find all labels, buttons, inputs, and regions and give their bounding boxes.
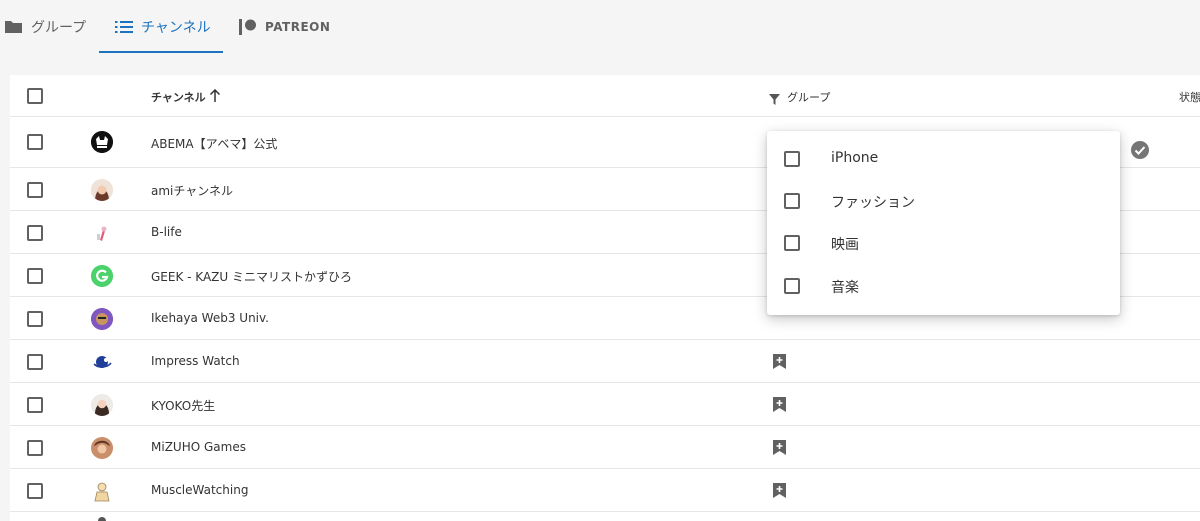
- dropdown-option-iphone[interactable]: iPhone: [767, 138, 1120, 180]
- channel-name[interactable]: ABEMA【アベマ】公式: [151, 135, 277, 152]
- column-header-channel[interactable]: チャンネル: [151, 89, 206, 105]
- dropdown-option-movies[interactable]: 映画: [767, 222, 1120, 264]
- table-header: チャンネル グループ 状態: [10, 75, 1200, 117]
- tab-channels-label: チャンネル: [141, 19, 211, 36]
- column-header-status[interactable]: 状態: [1179, 89, 1200, 105]
- option-label: iPhone: [831, 150, 879, 166]
- option-label: 音楽: [831, 280, 859, 296]
- table-row[interactable]: MuscleWatching: [10, 469, 1200, 512]
- channel-name[interactable]: amiチャンネル: [151, 182, 233, 199]
- row-checkbox[interactable]: [27, 134, 43, 150]
- channel-avatar: [91, 131, 113, 153]
- channel-avatar: [91, 437, 113, 459]
- channel-avatar: [91, 265, 113, 287]
- tab-bar: グループ チャンネル PATREON: [0, 0, 1200, 53]
- bookmark-add-icon[interactable]: [773, 483, 786, 498]
- table-row[interactable]: KYOKO先生: [10, 383, 1200, 426]
- column-header-group[interactable]: グループ: [787, 89, 830, 105]
- channel-avatar: [98, 517, 106, 521]
- row-checkbox[interactable]: [27, 311, 43, 327]
- folder-icon: [4, 19, 23, 34]
- patreon-icon: [239, 18, 257, 35]
- channel-name[interactable]: GEEK - KAZU ミニマリストかずひろ: [151, 268, 352, 285]
- channel-avatar: [91, 222, 113, 244]
- bookmark-add-icon[interactable]: [773, 397, 786, 412]
- channel-name[interactable]: MiZUHO Games: [151, 440, 246, 454]
- tab-channels[interactable]: チャンネル: [99, 0, 223, 53]
- filter-icon[interactable]: [769, 90, 780, 109]
- channel-avatar: [91, 351, 113, 373]
- row-checkbox[interactable]: [27, 268, 43, 284]
- channel-name[interactable]: KYOKO先生: [151, 397, 215, 414]
- row-checkbox[interactable]: [27, 354, 43, 370]
- channel-avatar: [91, 308, 113, 330]
- row-checkbox[interactable]: [27, 483, 43, 499]
- row-checkbox[interactable]: [27, 397, 43, 413]
- channel-avatar: [91, 179, 113, 201]
- tab-patreon[interactable]: PATREON: [239, 0, 339, 53]
- channel-name[interactable]: B-life: [151, 225, 182, 239]
- tab-groups[interactable]: グループ: [4, 0, 94, 53]
- arrow-up-icon[interactable]: [209, 88, 221, 107]
- app-page: グループ チャンネル PATREON チャンネル グループ 状態 ABEMA【ア…: [0, 0, 1200, 521]
- row-checkbox[interactable]: [27, 440, 43, 456]
- tab-groups-label: グループ: [31, 19, 87, 36]
- option-checkbox[interactable]: [784, 193, 800, 209]
- option-checkbox[interactable]: [784, 151, 800, 167]
- dropdown-option-music[interactable]: 音楽: [767, 265, 1120, 307]
- channel-name[interactable]: Impress Watch: [151, 354, 240, 368]
- tab-patreon-label: PATREON: [265, 19, 331, 34]
- channel-name[interactable]: MuscleWatching: [151, 483, 248, 497]
- option-checkbox[interactable]: [784, 278, 800, 294]
- channel-name[interactable]: Ikehaya Web3 Univ.: [151, 311, 269, 325]
- table-row[interactable]: [10, 512, 1200, 521]
- row-checkbox[interactable]: [27, 182, 43, 198]
- table-row[interactable]: MiZUHO Games: [10, 426, 1200, 469]
- bookmark-add-icon[interactable]: [773, 354, 786, 369]
- option-checkbox[interactable]: [784, 235, 800, 251]
- channel-avatar: [91, 480, 113, 502]
- bookmark-add-icon[interactable]: [773, 440, 786, 455]
- group-dropdown-menu: iPhone ファッション 映画 音楽: [767, 131, 1120, 315]
- option-label: 映画: [831, 237, 859, 253]
- select-all-checkbox[interactable]: [27, 88, 43, 104]
- check-circle-icon: [1131, 141, 1149, 163]
- option-label: ファッション: [831, 195, 915, 211]
- list-icon: [115, 20, 133, 34]
- dropdown-option-fashion[interactable]: ファッション: [767, 180, 1120, 222]
- channel-avatar: [91, 394, 113, 416]
- row-checkbox[interactable]: [27, 225, 43, 241]
- table-row[interactable]: Impress Watch: [10, 340, 1200, 383]
